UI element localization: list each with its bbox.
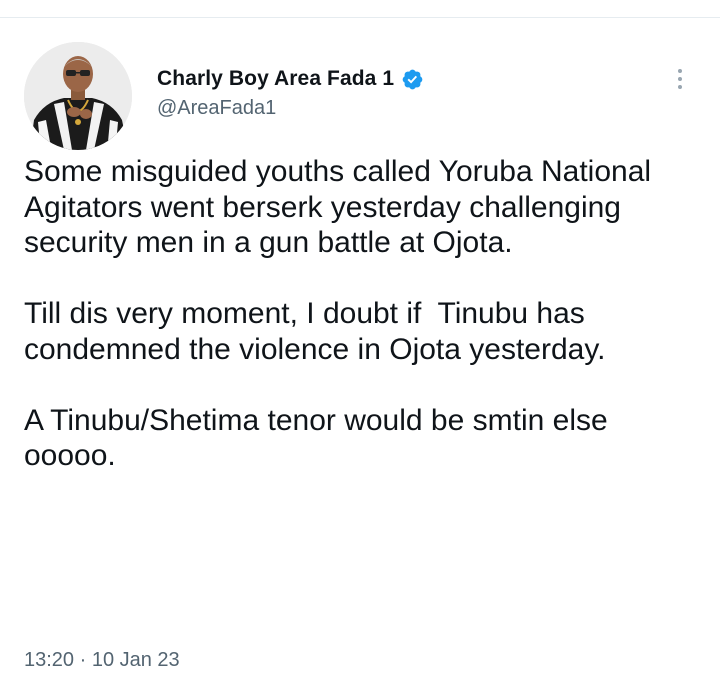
vertical-ellipsis-icon <box>678 85 682 89</box>
author-handle[interactable]: @AreaFada1 <box>157 97 424 120</box>
tweet-text: Some misguided youths called Yoruba Nati… <box>24 154 704 474</box>
name-row: Charly Boy Area Fada 1 <box>157 66 424 92</box>
display-name[interactable]: Charly Boy Area Fada 1 <box>157 67 394 91</box>
tweet-paragraph: Till dis very moment, I doubt if Tinubu … <box>24 297 606 366</box>
author-block: Charly Boy Area Fada 1 @AreaFada1 <box>157 66 424 120</box>
tweet-paragraph: A Tinubu/Shetima tenor would be smtin el… <box>24 403 617 473</box>
tweet-paragraph: Some misguided youths called Yoruba Nati… <box>24 155 658 259</box>
vertical-ellipsis-icon <box>678 77 682 81</box>
avatar[interactable] <box>24 42 132 150</box>
tweet-card: Charly Boy Area Fada 1 @AreaFada1 Some m… <box>0 18 720 694</box>
avatar-photo <box>24 42 132 150</box>
more-options-button[interactable] <box>670 62 690 96</box>
verified-badge-icon <box>401 68 424 91</box>
vertical-ellipsis-icon <box>678 69 682 73</box>
tweet-timestamp[interactable]: 13:20 · 10 Jan 23 <box>24 649 180 672</box>
